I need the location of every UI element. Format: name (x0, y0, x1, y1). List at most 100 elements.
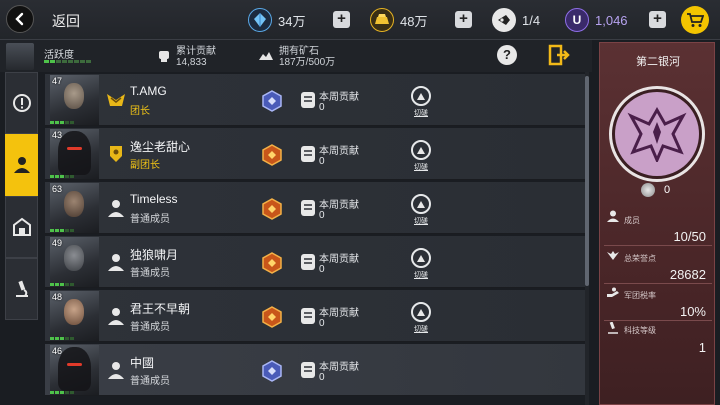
spar-label: 切磋 (414, 164, 428, 171)
premium-value: 1,046 (595, 12, 628, 28)
help-button[interactable]: ? (497, 45, 517, 65)
fist-icon (301, 200, 315, 216)
crystal-icon (248, 8, 272, 32)
chevron-left-icon (15, 12, 24, 26)
weekly-contribution-label: 本周贡献 (319, 200, 359, 211)
spar-icon (417, 201, 425, 208)
spar-button[interactable]: 切磋 (409, 302, 433, 340)
legion-emblem[interactable] (609, 86, 705, 182)
legion-coin-value: 0 (664, 184, 671, 196)
premium-currency-icon: U (565, 8, 589, 32)
member-rank-icon (108, 254, 124, 271)
weekly-contribution-label: 本周贡献 (319, 92, 359, 103)
add-gold-button[interactable]: + (455, 11, 472, 28)
wings-icon (607, 251, 619, 260)
weekly-contribution-label: 本周贡献 (319, 362, 359, 373)
member-name: T.AMG (130, 84, 167, 98)
add-crystal-button[interactable]: + (333, 11, 350, 28)
tab-notice[interactable] (5, 72, 38, 134)
member-name: 中國 (130, 356, 155, 370)
gold-resource: 48万 (370, 8, 427, 32)
premium-resource: U 1,046 (565, 8, 628, 32)
member-icon (13, 157, 30, 173)
alert-icon (12, 94, 31, 112)
back-button[interactable] (6, 5, 34, 33)
total-contribution: 累计贡献 14,833 (158, 46, 216, 69)
member-name: Timeless (130, 192, 178, 206)
top-bar: 返回 34万 + 48万 + 1/4 U 1,046 + (0, 0, 720, 40)
spar-label: 切磋 (414, 272, 428, 279)
ore-owned: 拥有矿石 187万/500万 (258, 46, 335, 69)
fist-icon (301, 146, 315, 162)
member-level: 46 (52, 346, 63, 356)
member-role: 普通成员 (130, 268, 170, 279)
member-row[interactable]: 46 中國 普通成员 本周贡献 0 (45, 344, 585, 396)
spar-label: 切磋 (414, 218, 428, 225)
member-name: 逸尘老甜心 (130, 140, 191, 154)
activity-label: 活跃度 (44, 50, 74, 61)
spar-icon (417, 93, 425, 100)
activity-meter (44, 60, 91, 63)
legion-name: 第二银河 (636, 56, 680, 68)
member-rank-icon (108, 362, 124, 379)
cart-icon (687, 13, 704, 27)
fist-icon (301, 92, 315, 108)
ore-label: 拥有矿石 (279, 46, 319, 57)
tech-value: 1 (698, 340, 706, 355)
spar-icon (417, 309, 425, 316)
list-scroll-thumb[interactable] (585, 76, 589, 286)
spar-button[interactable]: 切磋 (409, 86, 433, 124)
gold-medal-icon (262, 252, 282, 274)
member-row[interactable]: 47 T.AMG 团长 本周贡献 0 切磋 (45, 74, 585, 126)
weekly-contribution-value: 0 (319, 102, 325, 113)
add-premium-button[interactable]: + (649, 11, 666, 28)
total-contribution-label: 累计贡献 (176, 46, 216, 57)
member-name: 君王不早朝 (130, 302, 191, 316)
member-row[interactable]: 48 君王不早朝 普通成员 本周贡献 0 切磋 (45, 290, 585, 342)
tab-members[interactable] (5, 134, 38, 196)
members-value: 10/50 (673, 229, 706, 244)
weekly-contribution-label: 本周贡献 (319, 146, 359, 157)
spar-button[interactable]: 切磋 (409, 248, 433, 286)
fist-icon (159, 51, 169, 62)
member-row[interactable]: 43 逸尘老甜心 副团长 本周贡献 0 切磋 (45, 128, 585, 180)
weekly-contribution-value: 0 (319, 156, 325, 167)
gold-medal-icon (262, 198, 282, 220)
tax-value: 10% (679, 304, 706, 319)
tab-buildings[interactable] (5, 196, 38, 258)
building-icon (12, 217, 31, 236)
spar-button[interactable]: 切磋 (409, 140, 433, 178)
tab-research[interactable] (5, 258, 38, 320)
leader-rank-icon (107, 94, 125, 106)
honor-value: 28682 (669, 267, 706, 282)
activity-pips (50, 229, 74, 232)
energy-value: 1/4 (522, 12, 541, 28)
member-row[interactable]: 49 独狼啸月 普通成员 本周贡献 0 切磋 (45, 236, 585, 288)
microscope-icon (15, 280, 28, 297)
member-rank-icon (108, 200, 124, 217)
spar-button[interactable]: 切磋 (409, 194, 433, 232)
fist-icon (301, 254, 315, 270)
activity-pips (50, 283, 74, 286)
member-role: 普通成员 (130, 322, 170, 333)
member-row[interactable]: 63 Timeless 普通成员 本周贡献 0 切磋 (45, 182, 585, 234)
shop-button[interactable] (681, 6, 709, 34)
member-level: 43 (52, 130, 63, 140)
member-role: 团长 (130, 106, 150, 117)
spar-label: 切磋 (414, 110, 428, 117)
member-rank-icon (108, 308, 124, 325)
player-avatar[interactable] (6, 43, 34, 70)
member-role: 副团长 (130, 160, 160, 171)
ship-energy-icon (492, 8, 516, 32)
spar-icon (417, 255, 425, 262)
exit-legion-icon[interactable] (548, 44, 570, 66)
back-label[interactable]: 返回 (52, 11, 80, 31)
weekly-contribution-value: 0 (319, 210, 325, 221)
weekly-contribution-value: 0 (319, 372, 325, 383)
tax-label: 军团税率 (624, 291, 656, 300)
spar-label: 切磋 (414, 326, 428, 333)
activity-pips (50, 175, 74, 178)
gold-bar-icon (370, 8, 394, 32)
ore-icon (259, 52, 273, 60)
gold-medal-icon (262, 306, 282, 328)
